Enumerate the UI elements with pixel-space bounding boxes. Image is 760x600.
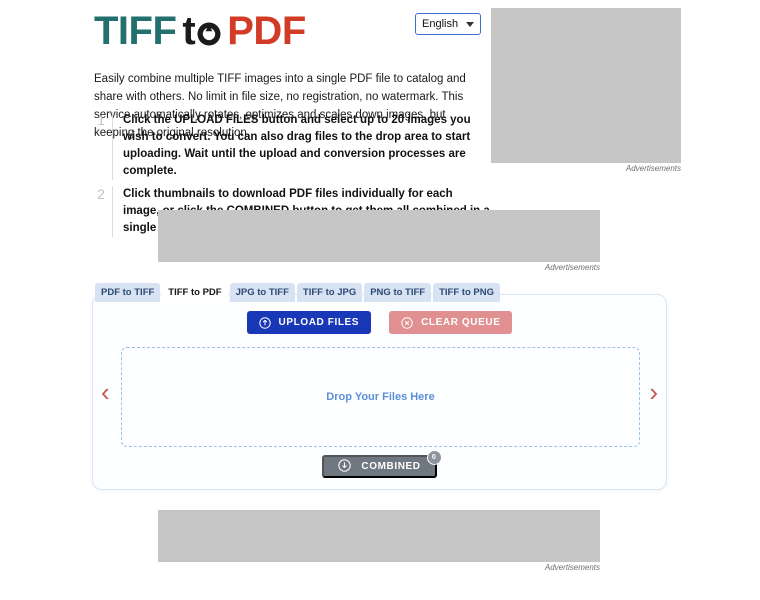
page-root: TIFF t PDF English Advertisements Easily c… bbox=[0, 0, 760, 600]
ad-placeholder bbox=[158, 210, 600, 262]
ad-placeholder bbox=[158, 510, 600, 562]
recycle-icon bbox=[196, 21, 222, 47]
ad-caption: Advertisements bbox=[544, 563, 600, 572]
ad-slot-middle: Advertisements bbox=[158, 210, 600, 272]
upload-files-label: UPLOAD FILES bbox=[278, 317, 360, 328]
tab-tiff-to-pdf[interactable]: TIFF to PDF bbox=[162, 283, 228, 302]
tab-tiff-to-jpg[interactable]: TIFF to JPG bbox=[296, 283, 363, 302]
language-selector-value: English bbox=[422, 18, 459, 30]
ad-placeholder bbox=[491, 8, 681, 163]
download-circle-icon bbox=[338, 458, 352, 475]
clear-queue-label: CLEAR QUEUE bbox=[421, 317, 501, 328]
combined-label: COMBINED bbox=[361, 461, 421, 472]
step-divider bbox=[112, 186, 113, 237]
logo-text-tiff: TIFF bbox=[94, 9, 177, 53]
tab-jpg-to-tiff[interactable]: JPG to TIFF bbox=[229, 283, 295, 302]
ad-caption: Advertisements bbox=[544, 263, 600, 272]
ad-caption: Advertisements bbox=[625, 164, 681, 173]
combined-download-button[interactable]: COMBINED 0 bbox=[322, 450, 442, 478]
prev-arrow-icon[interactable]: ‹ bbox=[101, 379, 110, 405]
step-text: Click the UPLOAD FILES button and select… bbox=[123, 114, 471, 177]
upload-circle-icon bbox=[258, 316, 271, 329]
close-circle-icon bbox=[401, 316, 413, 329]
language-selector[interactable]: English bbox=[415, 13, 481, 35]
upload-files-button[interactable]: UPLOAD FILES bbox=[246, 311, 372, 334]
chevron-down-icon bbox=[466, 21, 474, 27]
next-arrow-icon[interactable]: › bbox=[649, 379, 658, 405]
logo-text-to: t bbox=[182, 9, 223, 53]
combined-count-badge: 0 bbox=[426, 450, 442, 465]
ad-slot-bottom: Advertisements bbox=[158, 510, 600, 572]
instruction-step: 1 Click the UPLOAD FILES button and sele… bbox=[90, 112, 490, 180]
step-number: 1 bbox=[97, 112, 105, 128]
converter-card: UPLOAD FILES CLEAR QUEUE ‹ › Drop Your F… bbox=[92, 294, 667, 490]
step-divider bbox=[112, 112, 113, 180]
logo-text-pdf: PDF bbox=[227, 9, 306, 53]
clear-queue-button[interactable]: CLEAR QUEUE bbox=[389, 311, 513, 334]
file-dropzone[interactable]: Drop Your Files Here bbox=[121, 347, 640, 447]
converter-tab-bar: PDF to TIFF TIFF to PDF JPG to TIFF TIFF… bbox=[95, 283, 500, 302]
dropzone-label: Drop Your Files Here bbox=[326, 391, 435, 403]
tab-pdf-to-tiff[interactable]: PDF to TIFF bbox=[95, 283, 161, 302]
combined-button-row: COMBINED 0 bbox=[93, 450, 666, 478]
ad-slot-top-right: Advertisements bbox=[491, 8, 681, 173]
converter-action-buttons: UPLOAD FILES CLEAR QUEUE bbox=[93, 311, 666, 334]
step-number: 2 bbox=[97, 186, 105, 202]
tab-tiff-to-png[interactable]: TIFF to PNG bbox=[433, 283, 500, 302]
site-logo[interactable]: TIFF t PDF bbox=[94, 8, 306, 54]
tab-png-to-tiff[interactable]: PNG to TIFF bbox=[364, 283, 432, 302]
